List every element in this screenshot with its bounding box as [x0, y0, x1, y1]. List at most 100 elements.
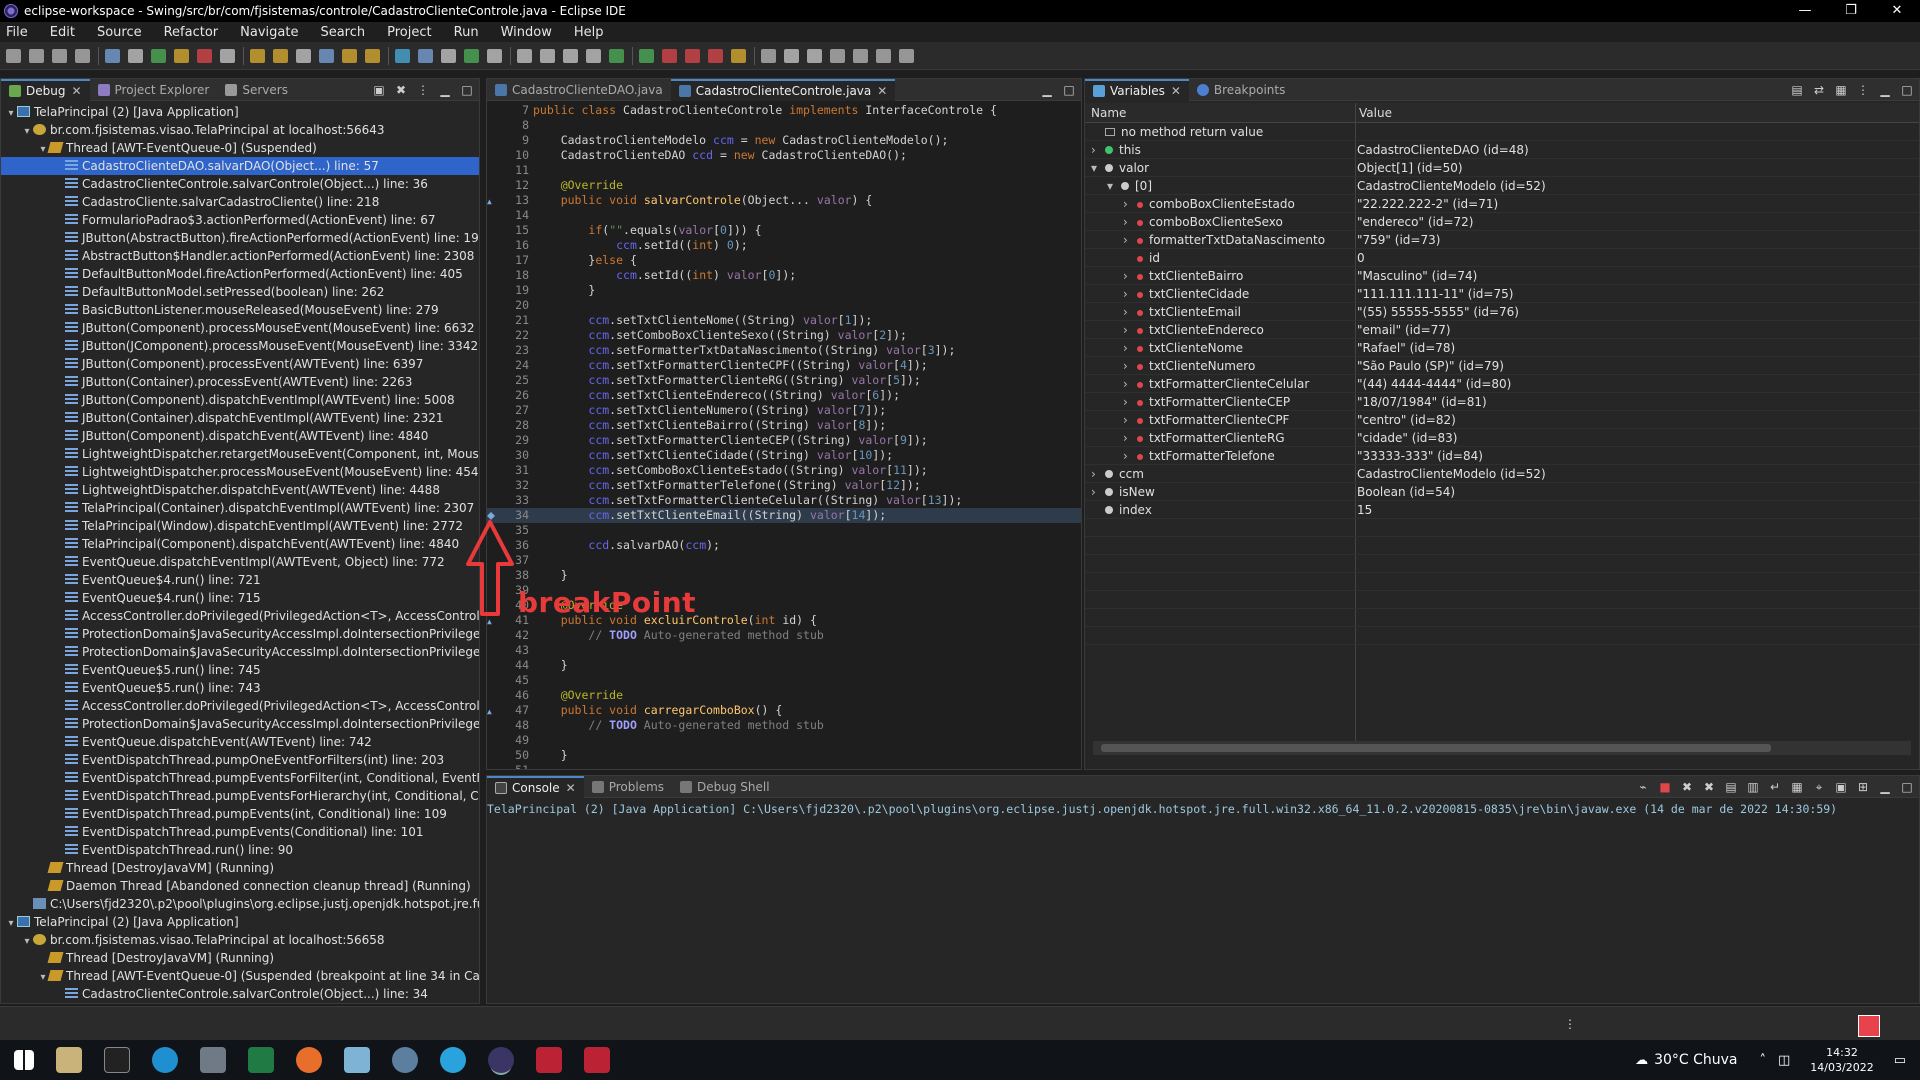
code-line[interactable]: 9 CadastroClienteModelo ccm = new Cadast…	[487, 133, 1081, 148]
debug-tree-item[interactable]: JButton(Component).dispatchEvent(AWTEven…	[1, 427, 479, 445]
debug-tree-item[interactable]: LightweightDispatcher.processMouseEvent(…	[1, 463, 479, 481]
menu-run[interactable]: Run	[454, 25, 479, 40]
variable-row[interactable]: › txtFormatterClienteCelular "(44) 4444-44…	[1085, 375, 1919, 393]
variable-value[interactable]: "33333-333" (id=84)	[1357, 447, 1483, 465]
expand-arrow-icon[interactable]: ›	[1123, 447, 1137, 465]
close-button[interactable]: ✕	[1874, 0, 1920, 22]
variable-value[interactable]: Object[1] (id=50)	[1357, 159, 1463, 177]
toolbar-button-icon[interactable]	[517, 48, 532, 63]
expand-arrow-icon[interactable]: ›	[1123, 213, 1137, 231]
variable-value[interactable]: "759" (id=73)	[1357, 231, 1440, 249]
toolbar-button-icon[interactable]	[52, 48, 67, 63]
code-line[interactable]: 26 ccm.setTxtClienteEndereco((String) va…	[487, 388, 1081, 403]
code-line[interactable]: 44 }	[487, 658, 1081, 673]
terminate-icon[interactable]: ■	[1657, 779, 1673, 795]
code-line[interactable]: 25 ccm.setTxtFormatterClienteRG((String)…	[487, 373, 1081, 388]
code-line[interactable]: 43	[487, 643, 1081, 658]
code-line[interactable]: 28 ccm.setTxtClienteBairro((String) valo…	[487, 418, 1081, 433]
variable-row[interactable]: › formatterTxtDataNascimento "759" (id=73)	[1085, 231, 1919, 249]
close-icon[interactable]: ✕	[1171, 84, 1181, 98]
remove-all-icon[interactable]: ✖	[1701, 779, 1717, 795]
gutter[interactable]: ▲	[487, 193, 497, 209]
debug-tree-item[interactable]: EventQueue.dispatchEvent(AWTEvent) line:…	[1, 733, 479, 751]
variable-row[interactable]: no method return value	[1085, 123, 1919, 141]
code-line[interactable]: 12 @Override	[487, 178, 1081, 193]
code-line[interactable]: 14	[487, 208, 1081, 223]
code-line[interactable]: 30 ccm.setTxtClienteCidade((String) valo…	[487, 448, 1081, 463]
toolbar-button-icon[interactable]	[784, 48, 799, 63]
debug-tree-item[interactable]: ProtectionDomain$JavaSecurityAccessImpl.…	[1, 715, 479, 733]
terminal-icon[interactable]	[104, 1047, 130, 1073]
variable-value[interactable]: "cidade" (id=83)	[1357, 429, 1457, 447]
debug-tree-item[interactable]: JButton(Container).processEvent(AWTEvent…	[1, 373, 479, 391]
tab-project-explorer[interactable]: Project Explorer	[90, 79, 218, 101]
variable-value[interactable]: 0	[1357, 249, 1365, 267]
debug-tree-item[interactable]: DefaultButtonModel.setPressed(boolean) l…	[1, 283, 479, 301]
maximize-icon[interactable]: □	[1899, 82, 1915, 98]
debug-tree-item[interactable]: EventQueue.dispatchEventImpl(AWTEvent, O…	[1, 553, 479, 571]
toolbar-button-icon[interactable]	[319, 48, 334, 63]
expand-arrow-icon[interactable]: ›	[1123, 285, 1137, 303]
variable-row[interactable]: › txtClienteNumero "São Paulo (SP)" (id=79…	[1085, 357, 1919, 375]
expand-arrow-icon[interactable]: ›	[1091, 141, 1105, 159]
menu-navigate[interactable]: Navigate	[240, 25, 298, 40]
chevron-up-icon[interactable]: ˄	[1760, 1053, 1767, 1068]
code-line[interactable]: 32 ccm.setTxtFormatterTelefone((String) …	[487, 478, 1081, 493]
menu-project[interactable]: Project	[387, 25, 431, 40]
debug-tree-item[interactable]: ▾ br.com.fjsistemas.visao.TelaPrincipal a…	[1, 121, 479, 139]
debug-tree-item[interactable]: EventQueue$4.run() line: 721	[1, 571, 479, 589]
debug-tree-item[interactable]: EventDispatchThread.pumpEventsForFilter(…	[1, 769, 479, 787]
expand-arrow-icon[interactable]: ›	[1123, 231, 1137, 249]
debug-tree-item[interactable]: ▾ Thread [AWT-EventQueue-0] (Suspended (b…	[1, 967, 479, 985]
debug-tree-item[interactable]: ▾ TelaPrincipal (2) [Java Application]	[1, 103, 479, 121]
toolbar-button-icon[interactable]	[441, 48, 456, 63]
open-console-icon[interactable]: ⊞	[1855, 779, 1871, 795]
code-line[interactable]: 7 public class CadastroClienteControle im…	[487, 103, 1081, 118]
toolbar-button-icon[interactable]	[128, 48, 143, 63]
menu-edit[interactable]: Edit	[50, 25, 75, 40]
code-line[interactable]: 48 // TODO Auto-generated method stub	[487, 718, 1081, 733]
debug-tree-item[interactable]: ▾ br.com.fjsistemas.visao.TelaPrincipal a…	[1, 931, 479, 949]
code-line[interactable]: 27 ccm.setTxtClienteNumero((String) valo…	[487, 403, 1081, 418]
column-value[interactable]: Value	[1359, 103, 1392, 123]
toolbar-button-icon[interactable]	[250, 48, 265, 63]
debug-tree-item[interactable]: Daemon Thread [Abandoned connection clea…	[1, 877, 479, 895]
debug-tree-item[interactable]: CadastroClienteControle.salvarControle(O…	[1, 985, 479, 1003]
calculator-icon[interactable]	[200, 1047, 226, 1073]
maximize-button[interactable]: ❐	[1828, 0, 1874, 22]
maximize-icon[interactable]: □	[459, 82, 475, 98]
debug-tree-item[interactable]: DefaultButtonModel.fireActionPerformed(A…	[1, 265, 479, 283]
expand-arrow-icon[interactable]: ›	[1123, 375, 1137, 393]
code-line[interactable]: 33 ccm.setTxtFormatterClienteCelular((St…	[487, 493, 1081, 508]
debug-tree-item[interactable]: AbstractButton$Handler.actionPerformed(A…	[1, 247, 479, 265]
toolbar-button-icon[interactable]	[6, 48, 21, 63]
code-line[interactable]: 15 if("".equals(valor[0])) {	[487, 223, 1081, 238]
toolbar-button-icon[interactable]	[761, 48, 776, 63]
minimize-icon[interactable]: ▁	[437, 82, 453, 98]
expand-arrow-icon[interactable]: ›	[1123, 303, 1137, 321]
toolbar-button-icon[interactable]	[540, 48, 555, 63]
variable-value[interactable]: "111.111.111-11" (id=75)	[1357, 285, 1513, 303]
expand-arrow-icon[interactable]: ›	[1123, 339, 1137, 357]
debug-tree-item[interactable]: TelaPrincipal(Window).dispatchEventImpl(…	[1, 517, 479, 535]
variable-row[interactable]: › txtClienteNome "Rafael" (id=78)	[1085, 339, 1919, 357]
variable-row[interactable]: ▾ valor Object[1] (id=50)	[1085, 159, 1919, 177]
collapse-all-icon[interactable]: ⇄	[1811, 82, 1827, 98]
expand-arrow-icon[interactable]: ›	[1123, 357, 1137, 375]
minimize-icon[interactable]: ▁	[1039, 82, 1055, 98]
firefox-icon[interactable]	[296, 1047, 322, 1073]
minimize-button[interactable]: —	[1782, 0, 1828, 22]
gutter[interactable]: ▲	[487, 703, 497, 719]
code-line[interactable]: 29 ccm.setTxtFormatterClienteCEP((String…	[487, 433, 1081, 448]
code-line[interactable]: 37	[487, 553, 1081, 568]
debug-tree-item[interactable]: CadastroClienteControle.salvarControle(O…	[1, 175, 479, 193]
debug-tree-item[interactable]: CadastroCliente.salvarCadastroCliente() …	[1, 193, 479, 211]
debug-tree-item[interactable]: JButton(AbstractButton).fireActionPerfor…	[1, 229, 479, 247]
variable-value[interactable]: "22.222.222-2" (id=71)	[1357, 195, 1498, 213]
view-menu-icon[interactable]: ⋮	[415, 82, 431, 98]
notifications-icon[interactable]: ▭	[1894, 1053, 1906, 1068]
scroll-lock-icon[interactable]: ▥	[1745, 779, 1761, 795]
tab-console[interactable]: Console ✕	[487, 776, 584, 798]
debug-tree-item[interactable]: TelaPrincipal(Component).dispatchEvent(A…	[1, 535, 479, 553]
variable-value[interactable]: 15	[1357, 501, 1372, 519]
